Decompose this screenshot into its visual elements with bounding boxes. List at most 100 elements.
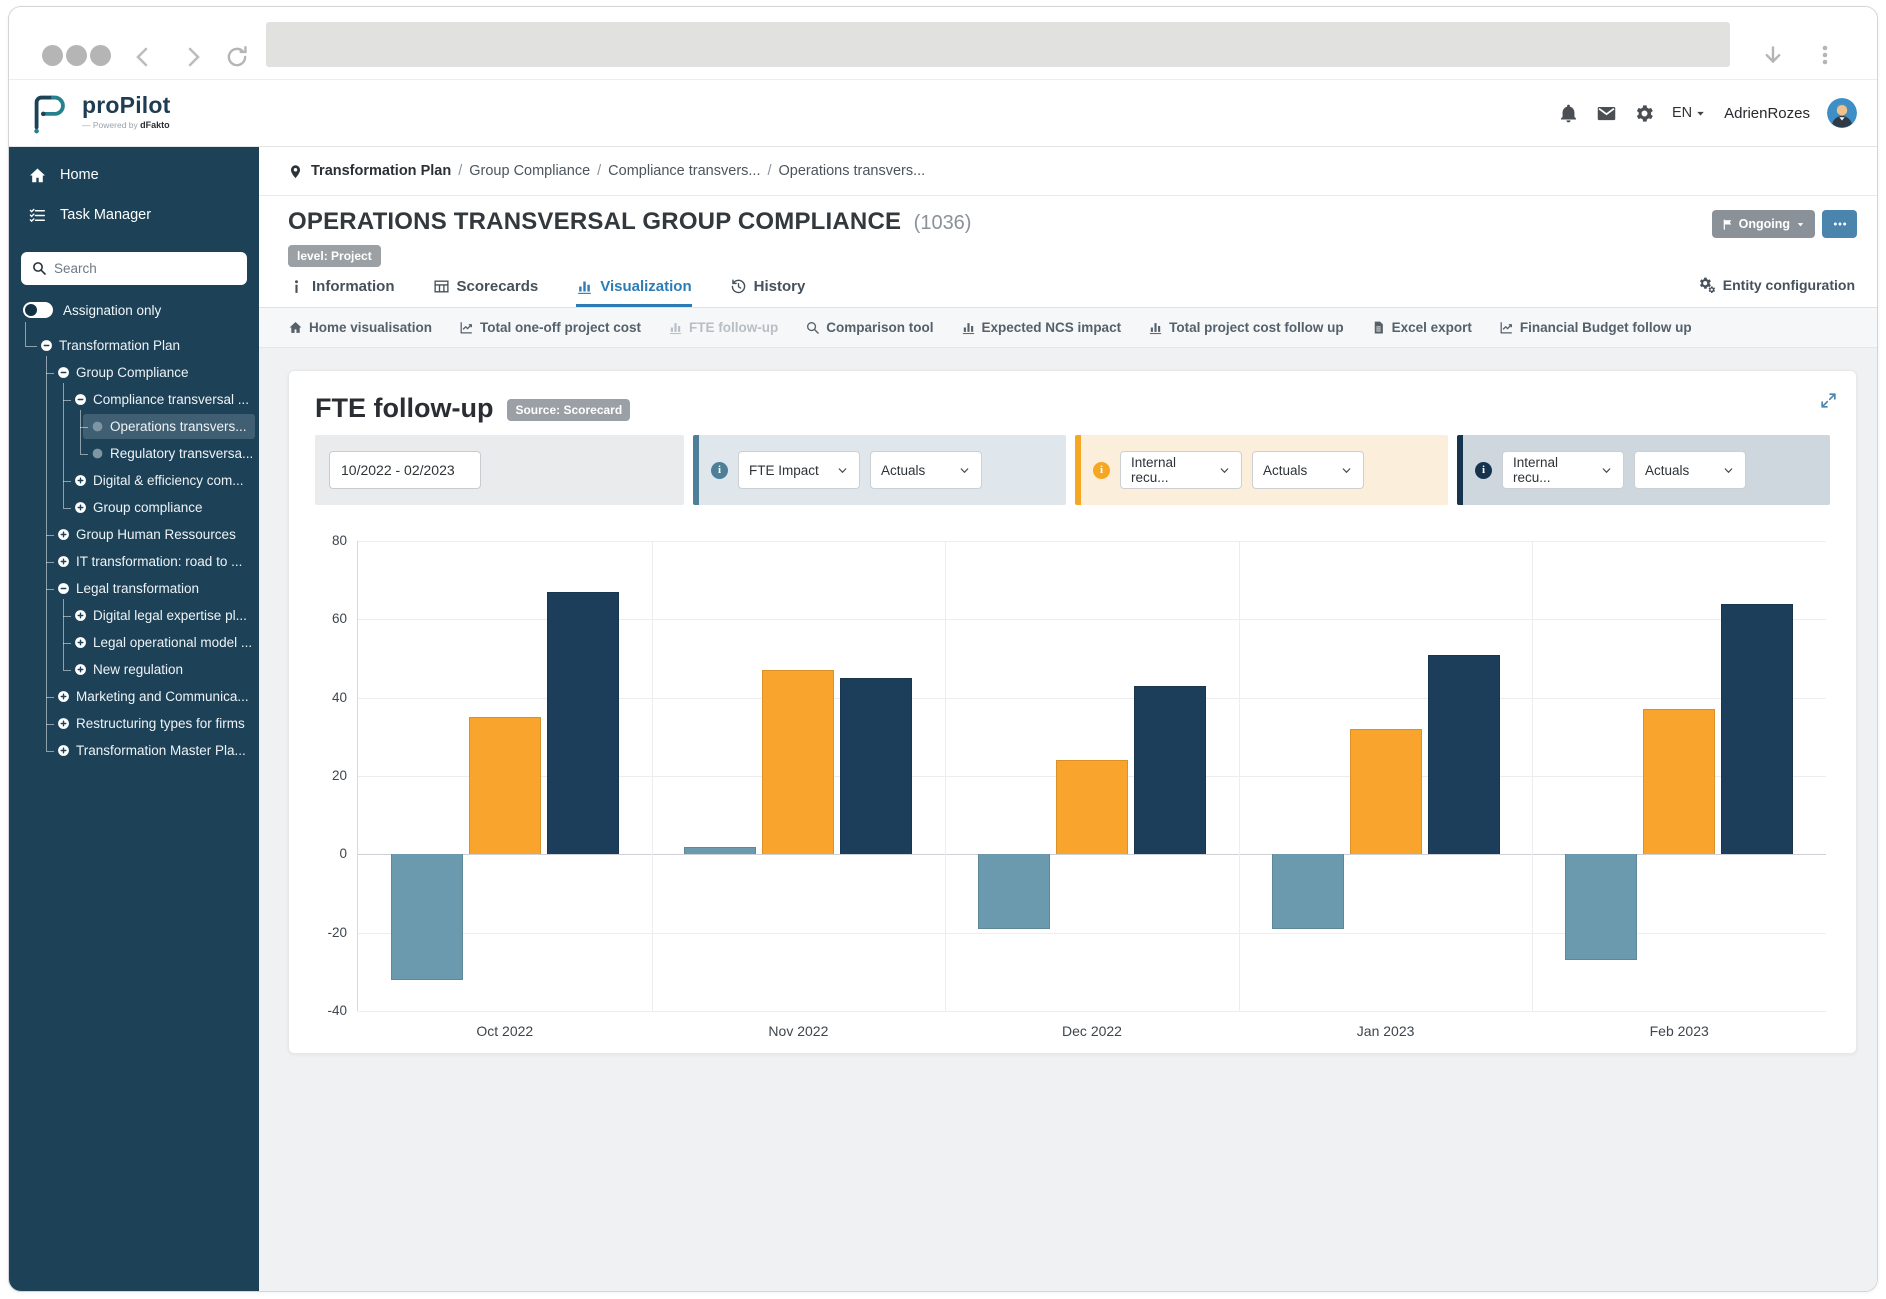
metric-select[interactable]: Internal recu... bbox=[1502, 451, 1624, 489]
filter-row: iFTE ImpactActualsiInternal recu...Actua… bbox=[315, 435, 1830, 505]
gear-icon[interactable] bbox=[1634, 103, 1655, 124]
mode-select[interactable]: Actuals bbox=[870, 451, 982, 489]
minus-icon bbox=[40, 339, 53, 352]
bar-jan-2023-s0[interactable] bbox=[1272, 854, 1344, 928]
download-icon[interactable] bbox=[1761, 44, 1785, 68]
forward-button[interactable] bbox=[181, 45, 205, 69]
tab-scorecards[interactable]: Scorecards bbox=[433, 272, 539, 307]
subtab-label: Excel export bbox=[1392, 320, 1472, 335]
subtab-comparison-tool[interactable]: Comparison tool bbox=[805, 320, 933, 335]
bar-nov-2022-s0[interactable] bbox=[684, 847, 756, 855]
app-header: proPilot — Powered by dFakto EN AdrienRo… bbox=[9, 80, 1877, 147]
date-range-input[interactable] bbox=[329, 451, 481, 489]
metric-select-value: FTE Impact bbox=[749, 463, 819, 478]
avatar[interactable] bbox=[1827, 98, 1857, 128]
subtab-excel-export[interactable]: Excel export bbox=[1371, 320, 1472, 335]
window-control-dot[interactable] bbox=[90, 45, 111, 66]
window-control-dot[interactable] bbox=[66, 45, 87, 66]
bar-feb-2023-s1[interactable] bbox=[1643, 709, 1715, 854]
mode-select[interactable]: Actuals bbox=[1634, 451, 1746, 489]
tree-connector-line bbox=[46, 589, 54, 590]
brand[interactable]: proPilot — Powered by dFakto bbox=[27, 88, 170, 134]
browser-menu-icon[interactable] bbox=[1813, 43, 1837, 67]
minus-icon bbox=[57, 366, 70, 379]
date-range-panel bbox=[315, 435, 684, 505]
tree-connector-line bbox=[80, 427, 88, 428]
gears-icon bbox=[1698, 276, 1716, 294]
plus-icon bbox=[57, 555, 70, 568]
tree-connector-line bbox=[63, 481, 71, 482]
barchart-icon bbox=[961, 320, 976, 335]
tree-connector-line bbox=[80, 454, 88, 455]
bar-dec-2022-s2[interactable] bbox=[1134, 686, 1206, 854]
subtab-label: Home visualisation bbox=[309, 320, 432, 335]
search-input[interactable] bbox=[21, 252, 247, 285]
entity-configuration-button[interactable]: Entity configuration bbox=[1698, 276, 1855, 294]
bar-oct-2022-s0[interactable] bbox=[391, 854, 463, 979]
subtab-fte-follow-up[interactable]: FTE follow-up bbox=[668, 320, 778, 335]
bar-jan-2023-s2[interactable] bbox=[1428, 655, 1500, 855]
subtab-label: Financial Budget follow up bbox=[1520, 320, 1692, 335]
filter-group: iInternal recu...Actuals bbox=[1457, 435, 1830, 505]
y-axis-tick-label: 60 bbox=[315, 611, 347, 626]
refresh-icon[interactable] bbox=[224, 44, 250, 70]
main-area: Transformation Plan / Group Compliance / Co… bbox=[259, 147, 1877, 1291]
assignation-toggle-label: Assignation only bbox=[63, 303, 161, 318]
tree-connector-line bbox=[63, 400, 71, 401]
subtab-expected-ncs-impact[interactable]: Expected NCS impact bbox=[961, 320, 1122, 335]
username[interactable]: AdrienRozes bbox=[1724, 105, 1810, 122]
sidebar-item-home[interactable]: Home bbox=[9, 155, 259, 195]
subtab-financial-budget-follow-up[interactable]: Financial Budget follow up bbox=[1499, 320, 1692, 335]
tab-label: Scorecards bbox=[457, 278, 539, 295]
subtab-home-visualisation[interactable]: Home visualisation bbox=[288, 320, 432, 335]
subtab-total-project-cost-follow-up[interactable]: Total project cost follow up bbox=[1148, 320, 1344, 335]
bell-icon[interactable] bbox=[1558, 103, 1579, 124]
breadcrumb-root[interactable]: Transformation Plan bbox=[311, 163, 451, 179]
bar-nov-2022-s1[interactable] bbox=[762, 670, 834, 854]
bar-nov-2022-s2[interactable] bbox=[840, 678, 912, 854]
plus-icon bbox=[74, 501, 87, 514]
bar-dec-2022-s0[interactable] bbox=[978, 854, 1050, 928]
bar-oct-2022-s2[interactable] bbox=[547, 592, 619, 854]
y-axis-tick-label: 40 bbox=[315, 690, 347, 705]
back-button[interactable] bbox=[131, 45, 155, 69]
tree-item-label: Digital & efficiency com... bbox=[93, 473, 244, 488]
assignation-toggle[interactable] bbox=[23, 302, 53, 318]
breadcrumb-part[interactable]: Group Compliance bbox=[469, 163, 590, 179]
propilot-logo bbox=[27, 88, 73, 134]
bar-jan-2023-s1[interactable] bbox=[1350, 729, 1422, 854]
language-selector[interactable]: EN bbox=[1672, 105, 1707, 121]
plus-icon bbox=[74, 663, 87, 676]
breadcrumb-separator: / bbox=[458, 163, 462, 179]
tab-list: Information Scorecards Visualization Histor… bbox=[288, 272, 805, 307]
tree-connector-line bbox=[63, 643, 71, 644]
bar-feb-2023-s2[interactable] bbox=[1721, 604, 1793, 855]
metric-select[interactable]: FTE Impact bbox=[738, 451, 860, 489]
breadcrumb-part[interactable]: Compliance transvers... bbox=[608, 163, 760, 179]
mode-select[interactable]: Actuals bbox=[1252, 451, 1364, 489]
tab-history[interactable]: History bbox=[730, 272, 806, 307]
bar-feb-2023-s0[interactable] bbox=[1565, 854, 1637, 960]
status-button[interactable]: Ongoing bbox=[1712, 210, 1815, 238]
bar-oct-2022-s1[interactable] bbox=[469, 717, 541, 854]
tab-visualization[interactable]: Visualization bbox=[576, 272, 691, 307]
more-actions-button[interactable] bbox=[1822, 210, 1857, 238]
subtab-total-one-off-project-cost[interactable]: Total one-off project cost bbox=[459, 320, 641, 335]
sidebar-item-label: Home bbox=[60, 167, 99, 183]
breadcrumb-separator: / bbox=[767, 163, 771, 179]
metric-select-value: Internal recu... bbox=[1513, 455, 1594, 485]
y-axis-tick-label: 80 bbox=[315, 533, 347, 548]
breadcrumb-part[interactable]: Operations transvers... bbox=[779, 163, 926, 179]
bar-dec-2022-s1[interactable] bbox=[1056, 760, 1128, 854]
tree-item-label: Legal operational model ... bbox=[93, 635, 252, 650]
subtab-label: Total project cost follow up bbox=[1169, 320, 1344, 335]
tab-information[interactable]: Information bbox=[288, 272, 395, 307]
history-icon bbox=[730, 278, 747, 295]
envelope-icon[interactable] bbox=[1596, 103, 1617, 124]
tree-item-label: Regulatory transversa... bbox=[110, 446, 253, 461]
url-bar[interactable] bbox=[266, 22, 1730, 67]
window-control-dot[interactable] bbox=[42, 45, 63, 66]
sidebar-item-task-manager[interactable]: Task Manager bbox=[9, 195, 259, 235]
metric-select[interactable]: Internal recu... bbox=[1120, 451, 1242, 489]
expand-icon[interactable] bbox=[1819, 391, 1838, 410]
